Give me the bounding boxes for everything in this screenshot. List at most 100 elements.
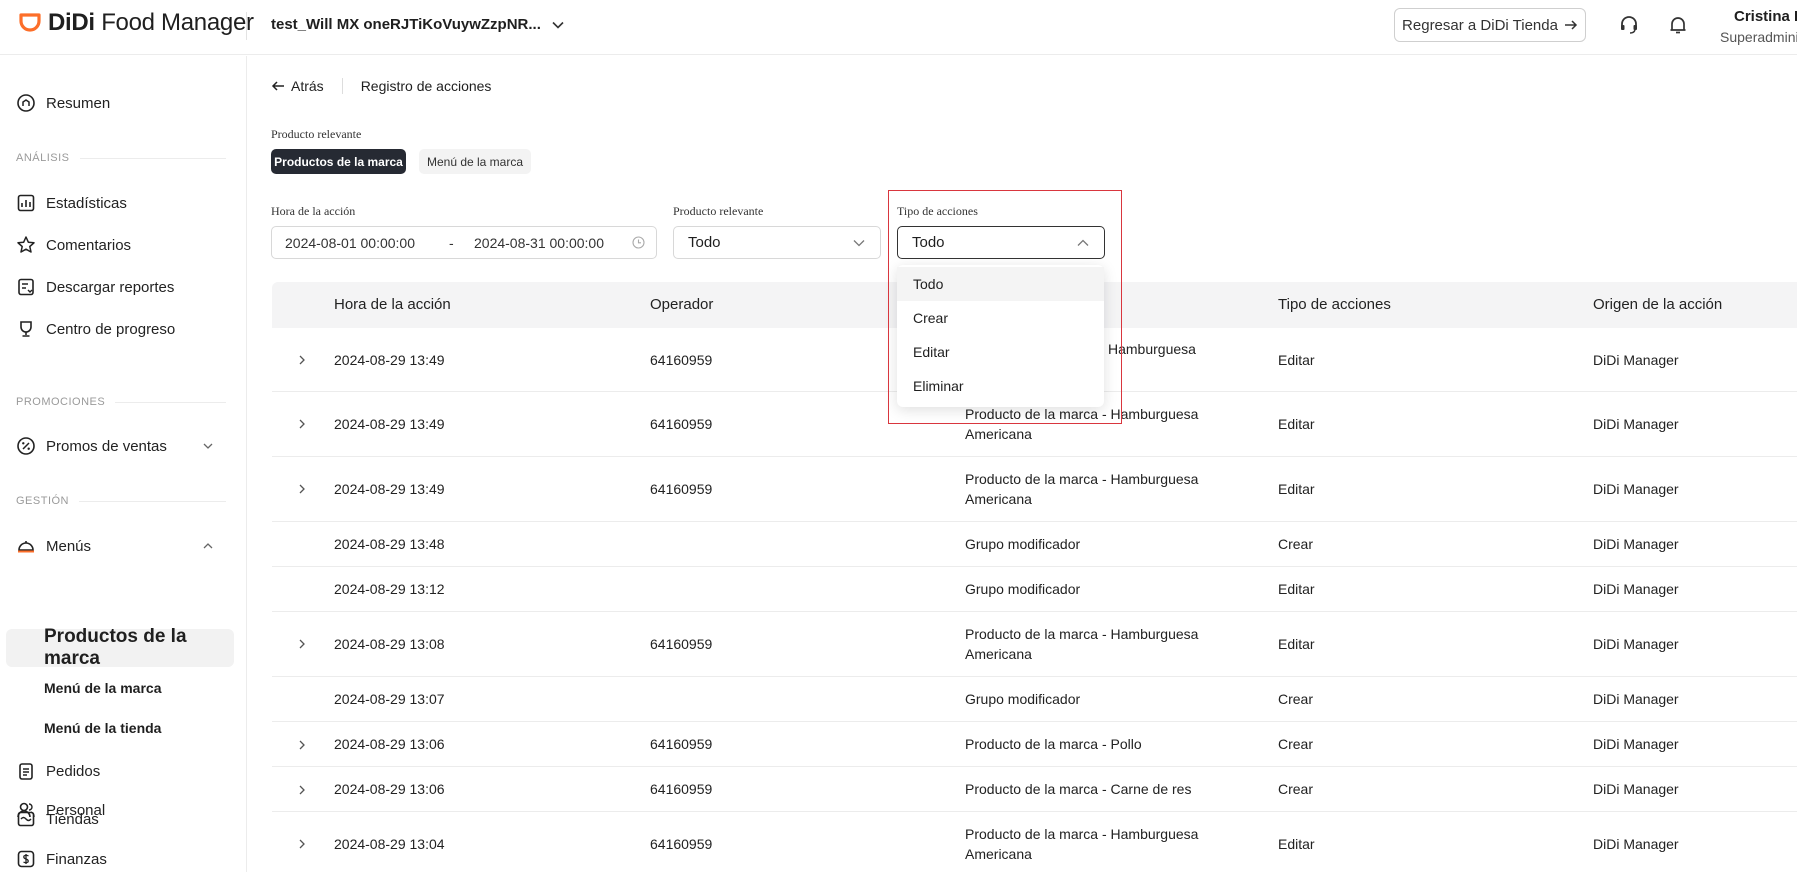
cell-product: Grupo modificador [965,691,1081,707]
dropdown-option-editar[interactable]: Editar [897,335,1104,369]
sidebar-item-centro[interactable]: Centro de progreso [16,319,175,339]
chevron-up-icon[interactable] [202,540,214,552]
cell-time: 2024-08-29 13:12 [334,581,445,597]
cell-type: Editar [1278,481,1315,497]
table-row[interactable]: 2024-08-29 13:08 64160959 Producto de la… [272,612,1797,677]
filter-product-label: Producto relevante [673,204,764,218]
dropdown-option-eliminar[interactable]: Eliminar [897,369,1104,403]
date-end: 2024-08-31 00:00:00 [474,234,604,251]
product-select[interactable]: Todo [673,226,881,259]
sidebar-item-productos-marca[interactable]: Productos de la marca [6,626,234,669]
headset-icon[interactable] [1618,14,1640,36]
star-icon [17,236,35,253]
cell-time: 2024-08-29 13:49 [334,481,445,497]
chip-label: Productos de la marca [274,154,403,169]
table-row[interactable]: 2024-08-29 13:49 64160959 Producto de la… [272,457,1797,522]
cell-product: Hamburguesa [1108,341,1196,357]
expand-chevron-icon[interactable] [296,354,308,366]
sidebar-item-label: Descargar reportes [46,278,175,296]
chevron-down-icon [552,21,564,29]
table-row[interactable]: 2024-08-29 13:06 64160959 Producto de la… [272,767,1797,812]
cell-time: 2024-08-29 13:49 [334,416,445,432]
dropdown-option-crear[interactable]: Crear [897,301,1104,335]
store-selector[interactable]: test_Will MX oneRJTiKoVuywZzpNR... [271,16,565,33]
logo[interactable]: DiDi Food Manager [18,9,254,37]
cell-operator: 64160959 [650,636,713,652]
option-label: Crear [913,310,949,326]
sidebar-item-menu-tienda[interactable]: Menú de la tienda [44,720,161,736]
sidebar-item-comentarios[interactable]: Comentarios [16,235,131,255]
table-row[interactable]: 2024-08-29 13:48 Grupo modificador Crear… [272,522,1797,567]
cell-origin: DiDi Manager [1593,581,1679,597]
sidebar-item-menu-marca[interactable]: Menú de la marca [44,680,162,696]
sidebar-item-label: Menús [46,537,92,555]
cell-origin: DiDi Manager [1593,352,1679,368]
sidebar-item-menus[interactable]: Menús [16,536,91,556]
cell-origin: DiDi Manager [1593,736,1679,752]
cell-origin: DiDi Manager [1593,691,1679,707]
user-role: Superadmini [1720,29,1797,45]
cell-origin: DiDi Manager [1593,781,1679,797]
cell-type: Editar [1278,836,1315,852]
column-header-operator: Operador [650,296,714,313]
cell-type: Editar [1278,636,1315,652]
cell-operator: 64160959 [650,836,713,852]
section-label: ANÁLISIS [16,152,70,164]
sidebar-item-finanzas[interactable]: Finanzas [16,849,107,869]
bell-icon[interactable] [1667,14,1689,36]
expand-chevron-icon[interactable] [296,418,308,430]
action-type-select[interactable]: Todo [897,226,1105,259]
back-to-store-button[interactable]: Regresar a DiDi Tienda [1394,8,1586,42]
date-start: 2024-08-01 00:00:00 [285,234,415,251]
cell-type: Editar [1278,416,1315,432]
table-row[interactable]: 2024-08-29 13:12 Grupo modificador Edita… [272,567,1797,612]
expand-chevron-icon[interactable] [296,739,308,751]
people-icon [17,802,35,818]
option-label: Eliminar [913,378,964,394]
breadcrumb-separator [341,78,343,94]
sidebar: Resumen ANÁLISIS Estadísticas Comentario… [0,56,247,872]
cell-product-line2: Americana [965,491,1032,507]
cell-product: Producto de la marca - Hamburguesa [965,826,1199,842]
sidebar-item-pedidos[interactable]: Pedidos [16,761,100,781]
sidebar-item-promos[interactable]: Promos de ventas [16,436,167,456]
sidebar-item-estadisticas[interactable]: Estadísticas [16,193,127,213]
table-row[interactable]: 2024-08-29 13:04 64160959 Producto de la… [272,812,1797,872]
filter-time-label: Hora de la acción [271,204,356,218]
date-range-picker[interactable]: 2024-08-01 00:00:00 - 2024-08-31 00:00:0… [271,226,657,259]
chip-productos-marca[interactable]: Productos de la marca [271,149,406,174]
chevron-up-icon [1077,239,1089,246]
column-header-origin: Origen de la acción [1593,296,1723,313]
sidebar-item-label: Estadísticas [46,194,127,212]
filter-type-label: Tipo de acciones [897,204,978,218]
cell-time: 2024-08-29 13:06 [334,736,445,752]
sidebar-item-resumen[interactable]: Resumen [16,93,110,113]
section-label: GESTIÓN [16,495,70,507]
table-row[interactable]: 2024-08-29 13:06 64160959 Producto de la… [272,722,1797,767]
chevron-down-icon [853,239,865,246]
sidebar-item-label: Pedidos [46,762,101,780]
user-info[interactable]: Cristina D Superadmini [1720,8,1797,45]
chip-menu-marca[interactable]: Menú de la marca [419,149,531,174]
trophy-icon [20,321,32,337]
sidebar-item-descargar[interactable]: Descargar reportes [16,277,174,297]
dropdown-option-todo[interactable]: Todo [897,267,1104,301]
percent-icon [17,437,35,455]
sidebar-item-personal[interactable]: Personal [16,800,105,820]
cloche-icon [18,541,34,553]
section-label: PROMOCIONES [16,396,106,408]
expand-chevron-icon[interactable] [296,784,308,796]
expand-chevron-icon[interactable] [296,838,308,850]
chevron-down-icon[interactable] [202,440,214,452]
sidebar-item-label: Promos de ventas [46,437,167,455]
relevant-product-label: Producto relevante [271,127,362,141]
cell-time: 2024-08-29 13:48 [334,536,445,552]
cell-origin: DiDi Manager [1593,481,1679,497]
expand-chevron-icon[interactable] [296,483,308,495]
back-button[interactable]: Atrás [271,78,324,94]
table-row[interactable]: 2024-08-29 13:07 Grupo modificador Crear… [272,677,1797,722]
cell-operator: 64160959 [650,736,713,752]
cell-product-line2: Americana [965,426,1032,442]
cell-type: Crear [1278,781,1314,797]
expand-chevron-icon[interactable] [296,638,308,650]
